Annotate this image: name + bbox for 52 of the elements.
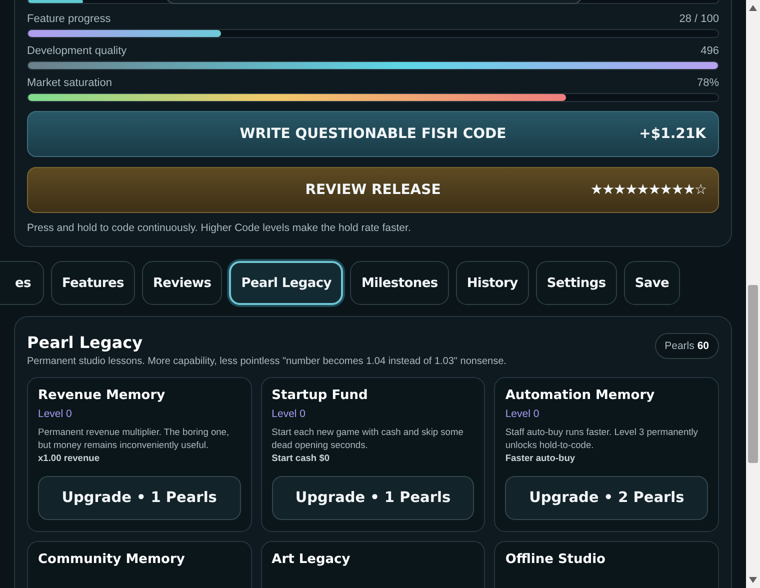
meter-reading: 496 bbox=[700, 45, 719, 57]
card-title: Automation Memory bbox=[505, 388, 656, 403]
tab[interactable]: Settings bbox=[536, 261, 617, 305]
pearls-badge: Pearls 60 bbox=[654, 333, 719, 359]
star-icon: ☆ bbox=[694, 182, 706, 198]
scrollbar[interactable] bbox=[746, 0, 760, 588]
upgrade-button[interactable]: Upgrade • 1 Pearls bbox=[272, 476, 474, 520]
card-title: Offline Studio bbox=[505, 552, 606, 567]
meter-label: Market saturation bbox=[27, 77, 112, 89]
hint-text: Press and hold to code continuously. Higher Code levels make the hold rate faster. bbox=[27, 222, 412, 234]
card-title: Revenue Memory bbox=[38, 388, 166, 403]
card-title: Art Legacy bbox=[272, 552, 352, 567]
card-level: Level 0 bbox=[38, 408, 73, 420]
star-icon: ★ bbox=[671, 182, 683, 198]
card-description: Start each new game with cash and skip some dead opening seconds. bbox=[272, 426, 464, 452]
review-release-button[interactable]: REVIEW RELEASE ★★★★★★★★★☆ bbox=[27, 167, 719, 213]
star-icon: ★ bbox=[660, 182, 672, 198]
tab[interactable]: Save bbox=[624, 261, 680, 305]
meter-reading: 28 / 100 bbox=[679, 13, 719, 25]
star-icon: ★ bbox=[602, 182, 614, 198]
tab[interactable]: es bbox=[0, 261, 44, 305]
write-code-button[interactable]: WRITE QUESTIONABLE FISH CODE +$1.21K bbox=[27, 111, 719, 157]
section-title: Pearl Legacy bbox=[27, 333, 144, 352]
card-level: Level 0 bbox=[505, 408, 540, 420]
meter-label: Feature progress bbox=[27, 13, 111, 25]
upgrade-button[interactable]: Upgrade • 1 Pearls bbox=[38, 476, 241, 520]
card-effect: Start cash $0 bbox=[272, 452, 331, 463]
meter-reading: 78% bbox=[696, 77, 719, 89]
star-icon: ★ bbox=[636, 182, 648, 198]
card-description: Staff auto-buy runs faster. Level 3 permanently unlocks hold-to-code. bbox=[505, 426, 699, 452]
star-icon: ★ bbox=[648, 182, 660, 198]
tab[interactable]: Pearl Legacy bbox=[229, 261, 344, 305]
star-icon: ★ bbox=[682, 182, 694, 198]
tab[interactable]: Reviews bbox=[142, 261, 222, 305]
scroll-down-icon[interactable] bbox=[748, 576, 758, 584]
card-effect: Faster auto-buy bbox=[505, 452, 576, 463]
star-icon: ★ bbox=[614, 182, 626, 198]
scrollbar-thumb[interactable] bbox=[748, 285, 758, 463]
section-subtitle: Permanent studio lessons. More capability, less pointless "number becomes 1.04 instead of 1.03" nonsense. bbox=[27, 356, 506, 367]
star-icon: ★ bbox=[625, 182, 637, 198]
tab[interactable]: History bbox=[456, 261, 529, 305]
scroll-up-icon[interactable] bbox=[748, 4, 758, 12]
card-description: Permanent revenue multiplier. The boring one, but money remains inconveniently useful. bbox=[38, 426, 230, 452]
card-title: Startup Fund bbox=[272, 388, 369, 403]
tab[interactable]: Milestones bbox=[350, 261, 449, 305]
card-title: Community Memory bbox=[38, 552, 186, 567]
card-level: Level 0 bbox=[272, 408, 307, 420]
upgrade-button[interactable]: Upgrade • 2 Pearls bbox=[505, 476, 708, 520]
star-icon: ★ bbox=[590, 182, 602, 198]
meter-label: Development quality bbox=[27, 45, 127, 57]
tab[interactable]: Features bbox=[50, 261, 135, 305]
card-effect: x1.00 revenue bbox=[38, 452, 101, 463]
